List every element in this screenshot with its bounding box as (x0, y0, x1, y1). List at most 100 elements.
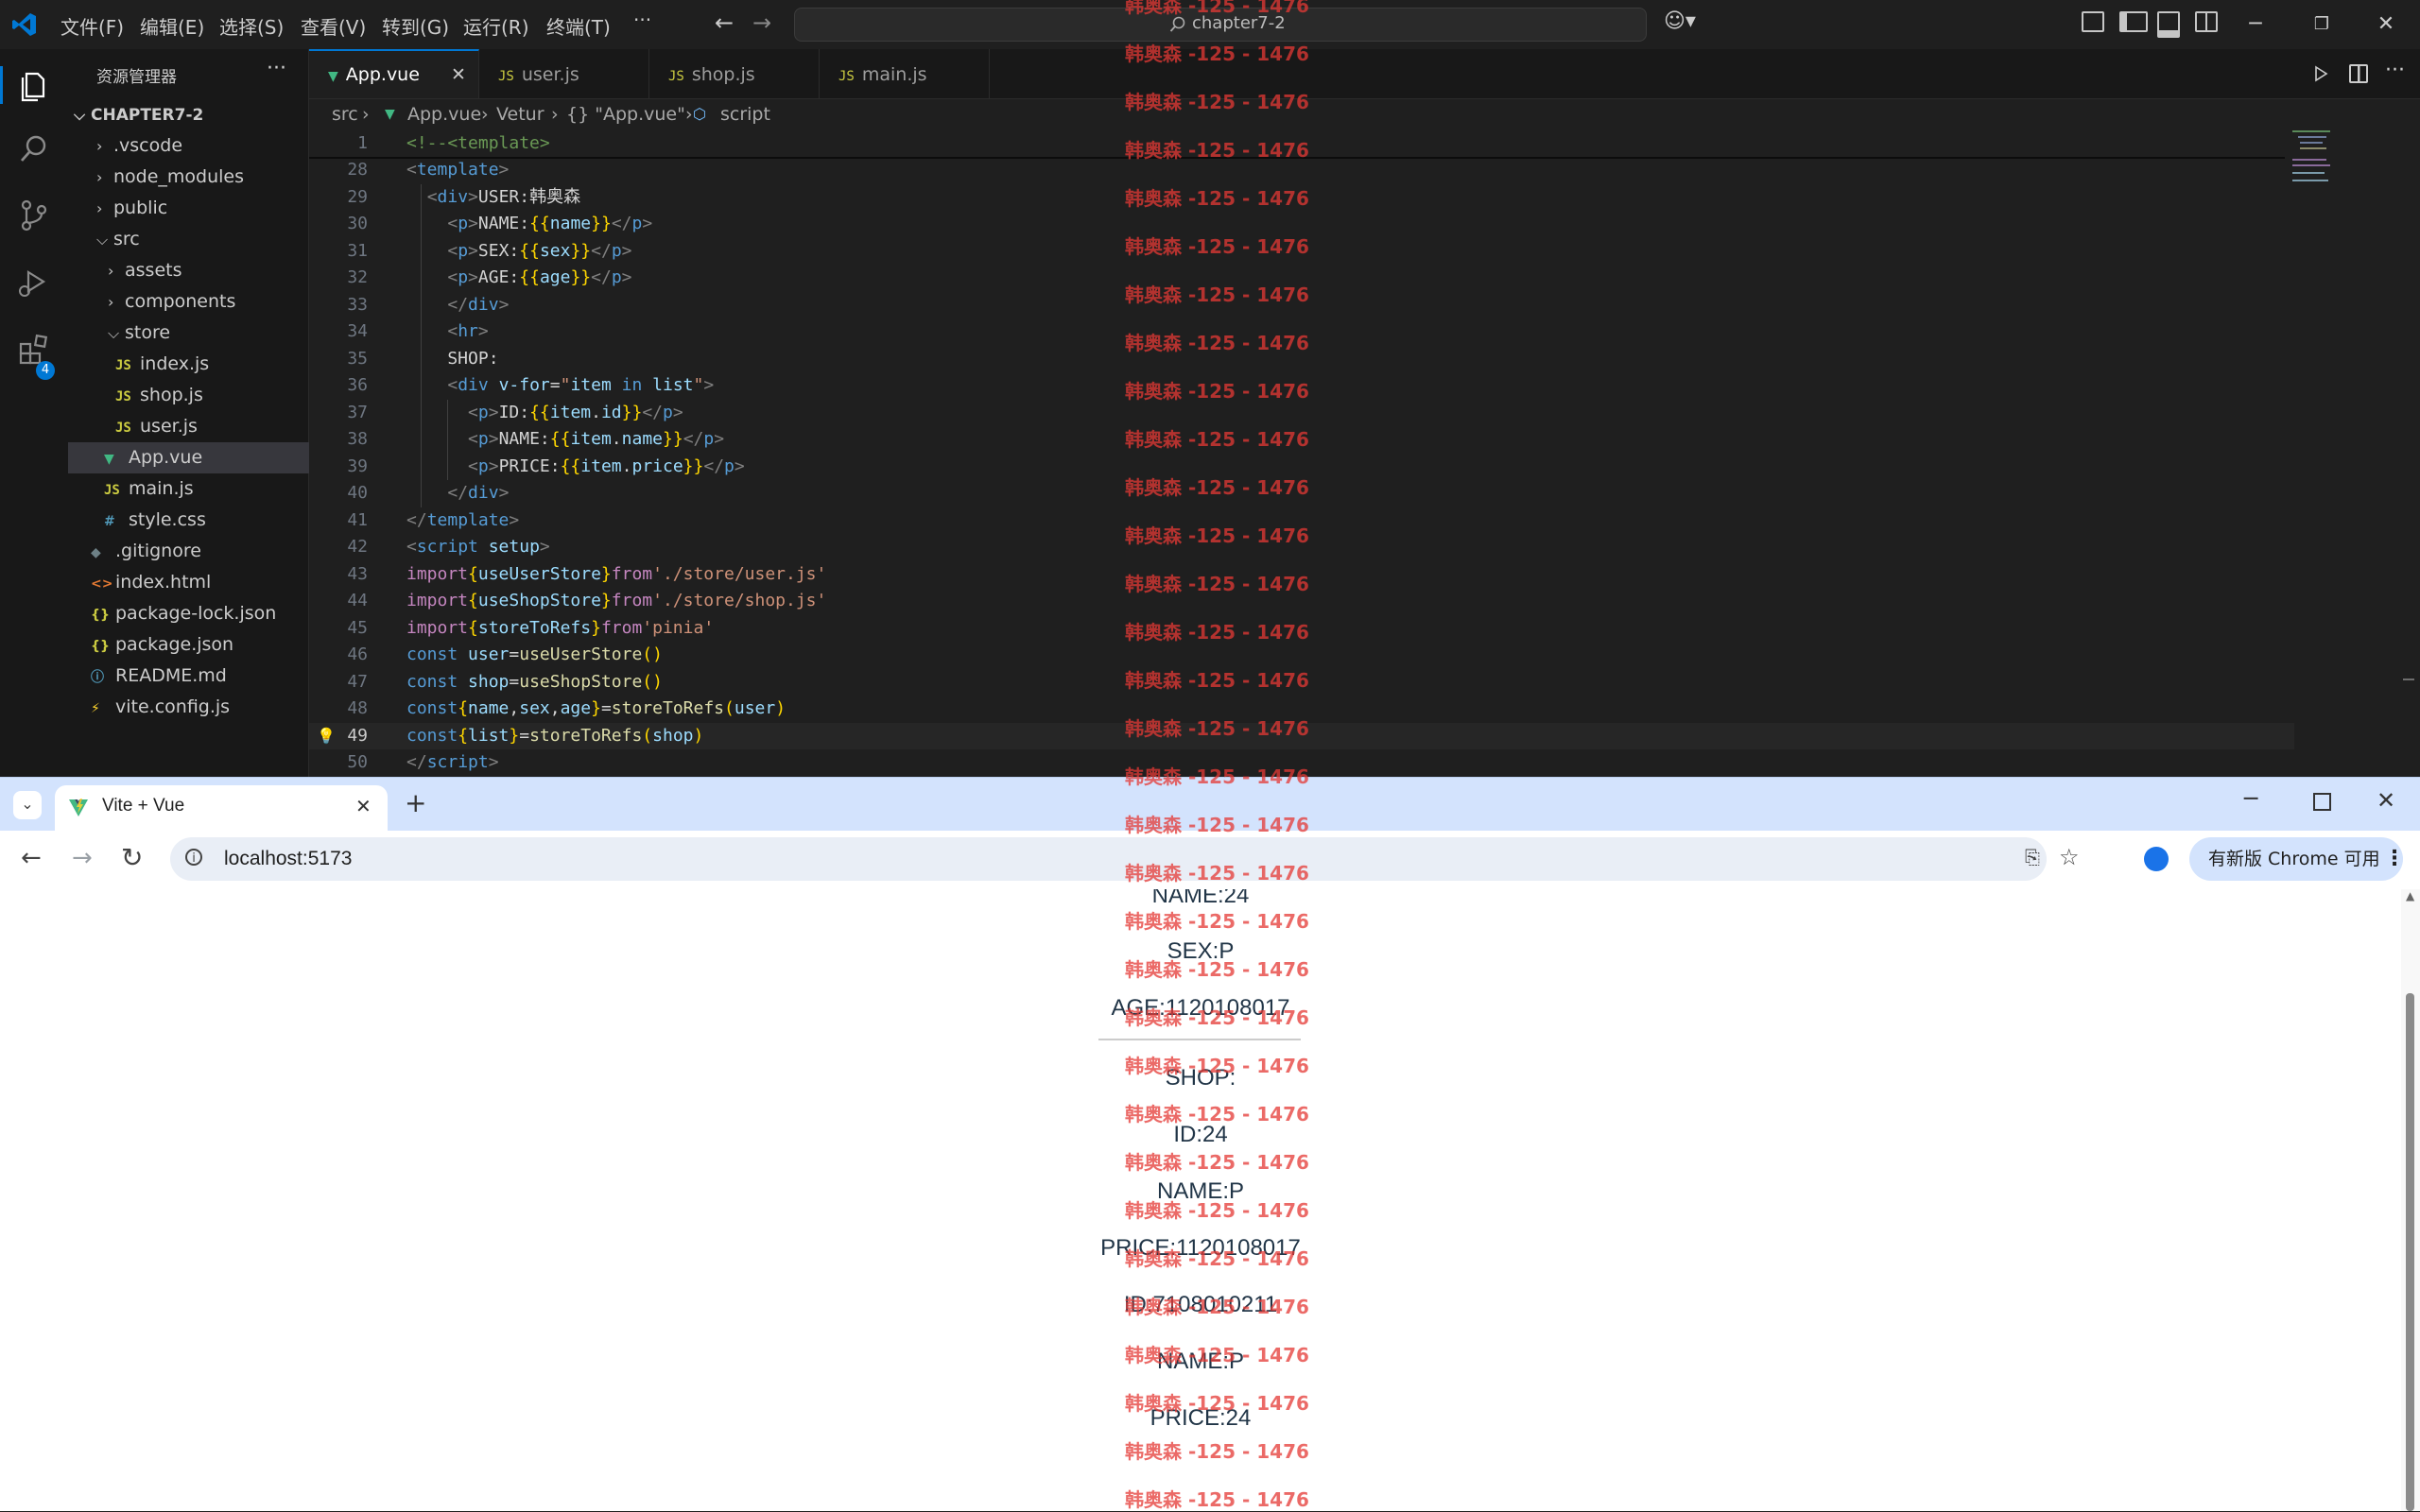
menu-goto[interactable]: 转到(G) (382, 12, 449, 40)
url-text: localhost:5173 (224, 848, 353, 869)
chevron-right-icon: › (551, 104, 559, 125)
chrome-menu-icon[interactable]: ⋮ (2384, 837, 2405, 881)
source-control-icon[interactable] (15, 197, 53, 234)
menu-edit[interactable]: 编辑(E) (140, 12, 204, 40)
copilot-icon[interactable]: ☺▾ (1664, 9, 1696, 33)
js-file-icon: JS (115, 421, 131, 436)
tree-item-store[interactable]: ⌵ store (68, 318, 348, 349)
tree-item-index-html[interactable]: <> index.html (68, 567, 331, 598)
bookmark-star-icon[interactable]: ☆ (2059, 844, 2080, 870)
toggle-sidebar-icon[interactable] (2119, 11, 2148, 32)
editor-more-button[interactable]: ··· (2385, 59, 2405, 82)
explorer-more-button[interactable]: ··· (267, 57, 286, 80)
restore-icon[interactable]: ❐ (2293, 0, 2350, 49)
new-tab-icon[interactable]: + (405, 787, 426, 818)
tree-item-vite-config[interactable]: ⚡ vite.config.js (68, 692, 331, 723)
chrome-close-icon[interactable]: ✕ (2377, 787, 2395, 814)
minimap[interactable] (2292, 130, 2396, 206)
page-text-name: NAME:24 (1151, 889, 1250, 908)
vite-favicon-icon (69, 799, 88, 816)
toggle-secondary-sidebar-icon[interactable] (2195, 11, 2218, 32)
reload-icon[interactable]: ↻ (121, 842, 143, 873)
tree-item-package-lock-json[interactable]: {} package-lock.json (68, 598, 331, 629)
tree-item-src[interactable]: ⌵ src (68, 224, 337, 255)
menu-file[interactable]: 文件(F) (60, 12, 124, 40)
site-info-icon[interactable]: i (185, 849, 202, 866)
minimize-icon[interactable]: ─ (2227, 0, 2284, 49)
scroll-up-arrow-icon[interactable]: ▲ (2406, 889, 2414, 902)
menu-run[interactable]: 运行(R) (463, 12, 529, 40)
tab-main-js[interactable]: JS main.js (820, 49, 990, 98)
tree-item-style-css[interactable]: # style.css (68, 505, 344, 536)
tree-item-readme[interactable]: ⓘ README.md (68, 661, 331, 692)
vue-file-icon: ▼ (328, 69, 338, 84)
line-number: 37 (347, 403, 368, 422)
close-tab-icon[interactable]: ✕ (355, 795, 372, 817)
code-line: 44 import{useShopStore}from'./store/shop.… (309, 588, 2294, 614)
code-line: 39 <p>PRICE:{{item.price}}</p> (309, 454, 2294, 480)
tree-label: README.md (115, 665, 227, 686)
profile-avatar[interactable] (2144, 847, 2169, 871)
search-view-icon[interactable] (15, 130, 53, 168)
chrome-maximize-icon[interactable] (2313, 793, 2331, 811)
menu-terminal[interactable]: 终端(T) (546, 12, 611, 40)
back-arrow-icon[interactable]: ← (21, 844, 42, 872)
tree-item-vscode[interactable]: › .vscode (68, 130, 337, 162)
tree-item-gitignore[interactable]: ◆ .gitignore (68, 536, 331, 567)
code-line: 40 </div> (309, 480, 2294, 507)
menu-selection[interactable]: 选择(S) (219, 12, 284, 40)
breadcrumb-src[interactable]: src (332, 98, 358, 130)
run-debug-icon[interactable] (15, 263, 53, 301)
line-number: 47 (347, 672, 368, 692)
tab-label: user.js (521, 64, 579, 85)
line-number: 36 (347, 375, 368, 395)
tree-label: assets (125, 260, 182, 281)
breadcrumb-script[interactable]: script (720, 98, 770, 130)
chrome-update-button[interactable]: 有新版 Chrome 可用 ⋮ (2189, 837, 2405, 881)
tab-app-vue[interactable]: ▼ App.vue ✕ (309, 49, 479, 98)
chevron-right-icon: › (685, 104, 693, 125)
menu-more-button[interactable]: ··· (633, 9, 651, 31)
tab-label: main.js (861, 64, 927, 85)
translate-icon[interactable]: ⎘ (2025, 846, 2040, 868)
close-tab-icon[interactable]: ✕ (451, 51, 466, 98)
toggle-panel-icon[interactable] (2157, 11, 2180, 38)
tree-item-app-vue[interactable]: ▼ App.vue (68, 442, 344, 473)
tree-root-chapter7-2[interactable]: ⌵ CHAPTER7-2 (68, 99, 314, 130)
line-number: 45 (347, 618, 368, 638)
browser-tab[interactable]: Vite + Vue ✕ (55, 785, 388, 831)
breadcrumb-vetur[interactable]: Vetur (496, 98, 544, 130)
close-window-icon[interactable]: ✕ (2358, 0, 2414, 49)
chrome-tabstrip: ⌄ Vite + Vue ✕ + ─ ✕ (0, 778, 2420, 831)
tab-user-js[interactable]: JS user.js (479, 49, 649, 98)
tree-item-node-modules[interactable]: › node_modules (68, 162, 337, 193)
menu-view[interactable]: 查看(V) (301, 12, 366, 40)
git-file-icon: ◆ (91, 545, 101, 560)
scrollbar-thumb[interactable] (2406, 993, 2414, 1511)
forward-arrow-icon[interactable]: → (72, 844, 93, 872)
breadcrumb-module[interactable]: {} "App.vue" (566, 98, 685, 130)
split-editor-icon[interactable] (2349, 64, 2368, 83)
tree-item-public[interactable]: › public (68, 193, 337, 224)
js-file-icon: JS (115, 358, 131, 373)
command-center-search[interactable]: chapter7-2 (794, 8, 1647, 42)
lightbulb-icon[interactable]: 💡 (317, 723, 336, 749)
tab-search-icon[interactable]: ⌄ (13, 791, 42, 819)
chrome-minimize-icon[interactable]: ─ (2244, 785, 2257, 812)
tab-shop-js[interactable]: JS shop.js (649, 49, 820, 98)
explorer-icon[interactable] (15, 66, 53, 104)
scrollbar-marker (2403, 679, 2414, 680)
tree-item-main-js[interactable]: JS main.js (68, 473, 344, 505)
nav-forward-icon[interactable]: → (752, 9, 771, 36)
page-scrollbar[interactable]: ▲ (2401, 889, 2420, 1511)
code-editor[interactable]: 1 <!--<template> 28 <template> 29 <div>USE… (309, 130, 2420, 777)
breadcrumb-app-vue[interactable]: App.vue (407, 98, 481, 130)
nav-back-icon[interactable]: ← (715, 9, 734, 36)
customize-layout-icon[interactable] (2082, 11, 2104, 32)
address-bar[interactable]: i localhost:5173 ⎘ ☆ (170, 837, 2080, 881)
run-file-icon[interactable] (2311, 64, 2330, 83)
tree-item-package-json[interactable]: {} package.json (68, 629, 331, 661)
tree-item-components[interactable]: › components (68, 286, 348, 318)
tree-label: node_modules (113, 166, 245, 187)
tree-item-assets[interactable]: › assets (68, 255, 348, 286)
